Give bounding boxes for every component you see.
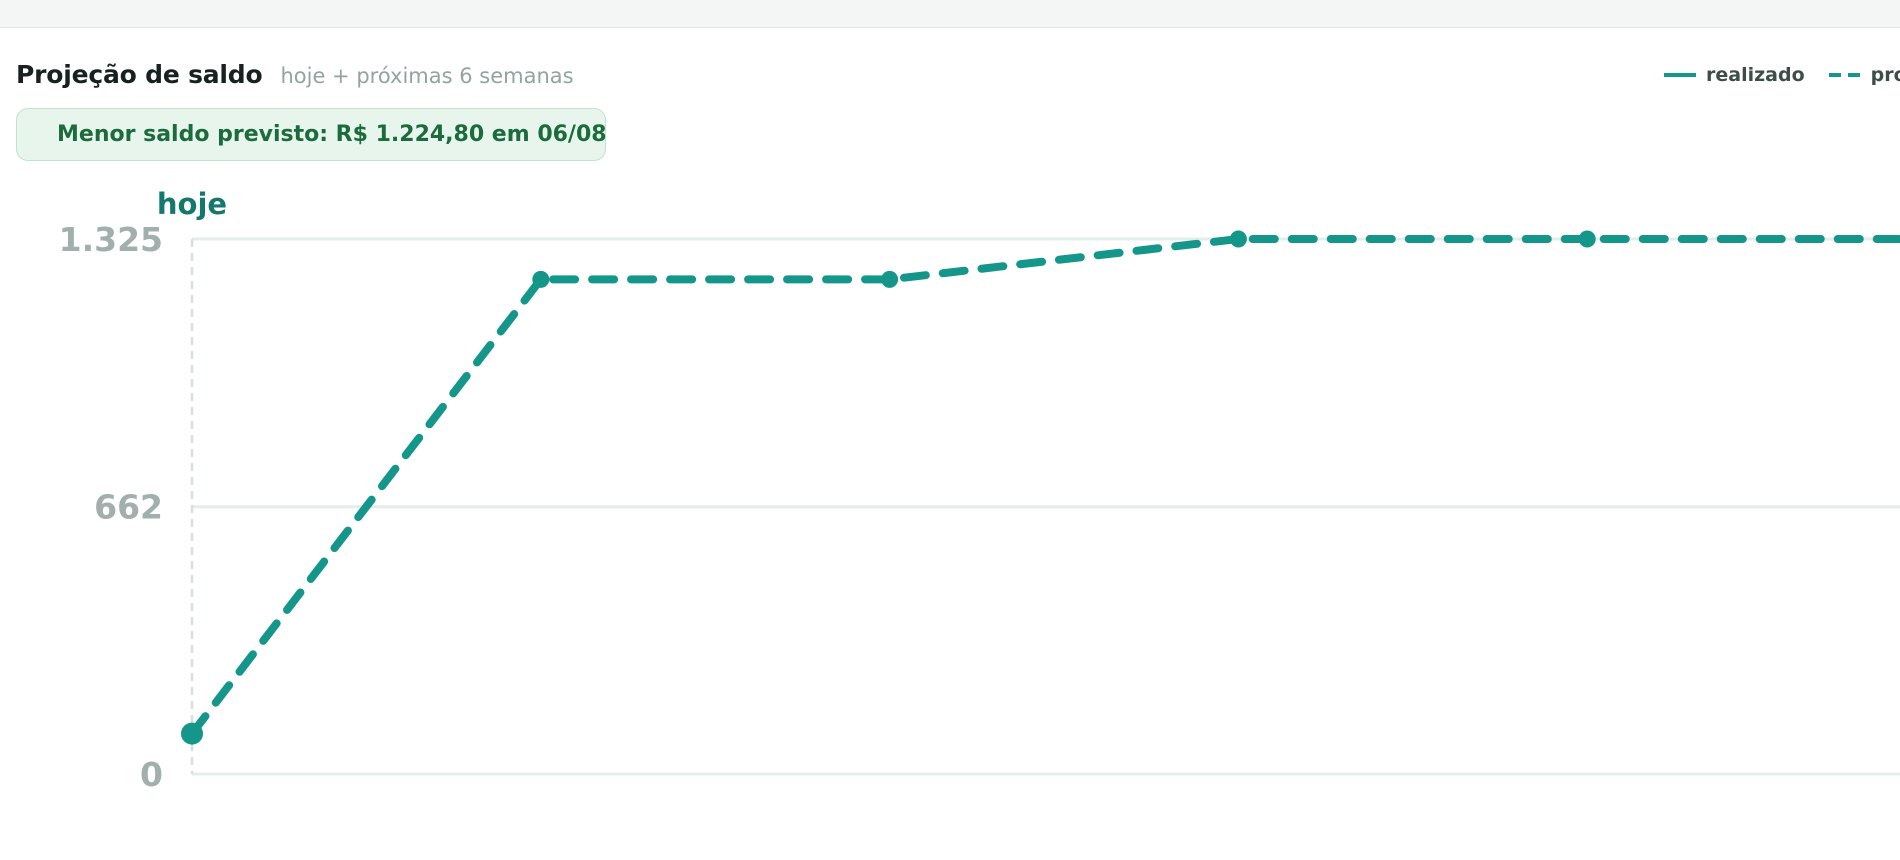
balance-projection-chart: hoje 0 662 1.325 bbox=[59, 187, 1900, 794]
today-label: hoje bbox=[157, 187, 227, 221]
series-layer bbox=[181, 230, 1900, 745]
data-point-0-0 bbox=[181, 722, 203, 745]
y-tick-label-1: 662 bbox=[94, 488, 163, 527]
y-axis-ticks: 0 662 1.325 bbox=[59, 220, 163, 794]
data-point-0-1 bbox=[532, 270, 550, 288]
today-marker: hoje bbox=[157, 187, 227, 774]
series-line-0 bbox=[188, 235, 1900, 738]
y-tick-label-0: 0 bbox=[140, 755, 163, 794]
data-point-0-2 bbox=[881, 270, 899, 288]
data-point-0-3 bbox=[1229, 230, 1247, 248]
grid-layer bbox=[192, 237, 1900, 776]
data-point-0-4 bbox=[1578, 230, 1596, 248]
y-tick-label-2: 1.325 bbox=[59, 220, 163, 259]
